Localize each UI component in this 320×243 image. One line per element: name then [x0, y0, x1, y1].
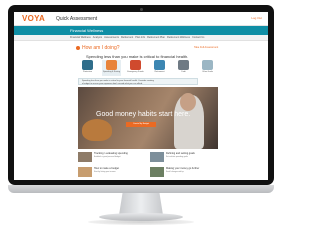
category-icon	[82, 60, 93, 70]
monitor-stand-base	[99, 213, 183, 221]
category-card[interactable]: Other Goals	[198, 60, 217, 76]
voya-logo[interactable]: VOYA	[22, 14, 45, 23]
app-title: Quick Assessment	[56, 16, 98, 22]
article-title: Tracking / evaluating spending	[94, 152, 128, 155]
full-assessment-link[interactable]: Take Full Assessment	[194, 46, 218, 49]
category-card[interactable]: Emergency Funds	[126, 60, 145, 76]
nav-item[interactable]: Contact Us	[192, 36, 204, 39]
category-label: Emergency Funds	[127, 71, 144, 73]
article-title: How to make a budget	[94, 167, 120, 170]
article-item[interactable]: Making your money go further Small change…	[150, 166, 218, 178]
section-banner: Financial Wellness	[14, 26, 268, 35]
screen: VOYA Quick Assessment Log Out Financial …	[14, 12, 268, 180]
category-icon	[154, 60, 165, 70]
article-title: Defining and setting goals	[166, 152, 195, 155]
article-item[interactable]: How to make a budget Start by listing you…	[78, 166, 146, 178]
category-label: Retirement	[154, 71, 165, 73]
category-icon	[178, 60, 189, 70]
dog-figure	[82, 119, 112, 141]
article-description: Set realistic spending goals	[166, 156, 188, 158]
man-head	[180, 93, 196, 111]
article-title: Making your money go further	[166, 167, 200, 170]
assessment-icon	[76, 46, 80, 50]
webcam-icon	[140, 8, 143, 11]
category-cards: Protection Spending & Saving Emergency Fun…	[78, 60, 217, 76]
nav-bar: Financial Wellness Analysis Assessments Ret…	[14, 35, 268, 41]
nav-item[interactable]: Financial Wellness	[70, 36, 91, 39]
article-thumbnail	[78, 167, 92, 177]
nav-item[interactable]: Assessments	[104, 36, 119, 39]
category-label: Other Goals	[202, 71, 213, 73]
logout-link[interactable]: Log Out	[251, 16, 262, 20]
nav-item[interactable]: Retirement Plan	[147, 36, 165, 39]
article-description: Start by listing your income	[94, 171, 116, 173]
page-title: How am I doing?	[82, 45, 120, 51]
category-card[interactable]: Protection	[78, 60, 97, 76]
article-thumbnail	[150, 152, 164, 162]
article-description: Establish a good personal budget	[94, 156, 121, 158]
category-card[interactable]: Retirement	[150, 60, 169, 76]
category-label: Protection	[82, 71, 92, 73]
category-card[interactable]: Debt	[174, 60, 193, 76]
nav-item[interactable]: Retirement	[121, 36, 133, 39]
tip-box: Spending less than you make is critical …	[78, 78, 198, 85]
article-item[interactable]: Tracking / evaluating spending Establish …	[78, 151, 146, 163]
category-icon	[202, 60, 213, 70]
nav-item[interactable]: Analysis	[93, 36, 102, 39]
article-thumbnail	[78, 152, 92, 162]
article-item[interactable]: Defining and setting goals Set realistic …	[150, 151, 218, 163]
category-label: Debt	[181, 71, 186, 73]
nav-item[interactable]: Retirement Wellness	[167, 36, 190, 39]
nav-items: Financial Wellness Analysis Assessments Ret…	[70, 36, 204, 39]
category-icon	[130, 60, 141, 70]
banner-title: Financial Wellness	[70, 28, 104, 33]
monitor-stand-neck	[119, 193, 163, 215]
article-thumbnail	[150, 167, 164, 177]
category-icon	[106, 60, 117, 70]
stage: VOYA Quick Assessment Log Out Financial …	[0, 0, 281, 243]
nav-item[interactable]: Plan Info	[135, 36, 145, 39]
top-bar: VOYA Quick Assessment Log Out	[14, 12, 268, 26]
headline: Spending less than you make is critical …	[86, 54, 189, 59]
hero-text: Good money habits start here.	[96, 111, 191, 118]
article-description: Small changes add up	[166, 171, 184, 173]
monitor-chin	[8, 185, 274, 193]
category-label: Spending & Saving	[102, 71, 120, 73]
hero-image: Good money habits start here. Create My …	[78, 87, 218, 149]
create-budget-button[interactable]: Create My Budget	[126, 122, 156, 127]
category-card[interactable]: Spending & Saving	[102, 60, 121, 76]
tip-line-2: a budget to ensure your expenses don't e…	[82, 82, 143, 85]
